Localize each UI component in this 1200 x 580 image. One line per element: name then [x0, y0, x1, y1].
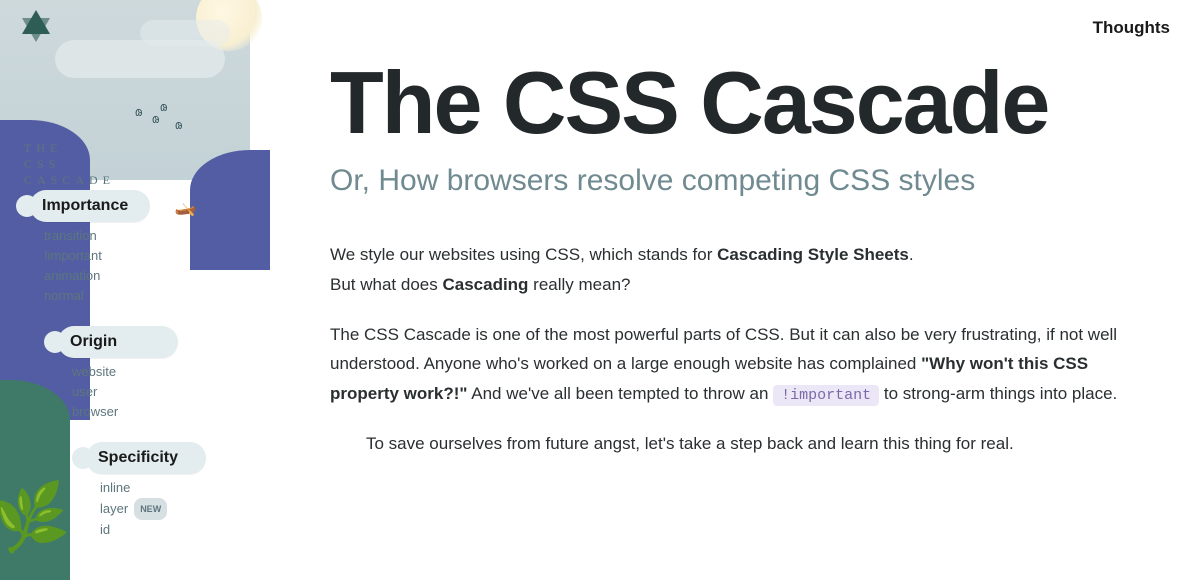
article: The CSS Cascade Or, How browsers resolve…	[330, 60, 1150, 479]
section-item[interactable]: !important	[44, 246, 102, 266]
section-item[interactable]: website	[72, 362, 116, 382]
cloud-icon	[140, 20, 230, 46]
nav-thoughts-link[interactable]: Thoughts	[1093, 18, 1170, 38]
section-heading-specificity[interactable]: Specificity	[86, 442, 206, 474]
text-bold: Cascading	[442, 275, 528, 294]
section-heading-origin[interactable]: Origin	[58, 326, 178, 358]
section-item[interactable]: user	[72, 382, 97, 402]
sidebar-illustration: 𐐘 𐐘 𐐘 𐐘 🌿 🛶 THE CSS CASCADE Importance t…	[0, 0, 250, 553]
bird-icon: 𐐘	[160, 100, 168, 114]
section-item[interactable]: normal	[44, 286, 84, 306]
bird-icon: 𐐘	[135, 105, 143, 119]
text: But what does	[330, 275, 442, 294]
sidebar-title-line: THE	[24, 140, 115, 156]
paragraph: To save ourselves from future angst, let…	[330, 429, 1150, 459]
bird-icon: 𐐘	[175, 118, 183, 132]
text: to strong-arm things into place.	[884, 384, 1117, 403]
page-title: The CSS Cascade	[330, 60, 1150, 146]
text: .	[909, 245, 914, 264]
sidebar-title: THE CSS CASCADE	[24, 140, 115, 188]
cascade-nav: Importance transition !important animati…	[30, 190, 230, 560]
section-item[interactable]: inline	[100, 478, 130, 498]
text-bold: Cascading Style Sheets	[717, 245, 909, 264]
new-badge: NEW	[134, 498, 167, 520]
text: really mean?	[528, 275, 630, 294]
section-item[interactable]: animation	[44, 266, 100, 286]
text: And we've all been tempted to throw an	[467, 384, 773, 403]
section-item[interactable]: id	[100, 520, 110, 540]
article-body: We style our websites using CSS, which s…	[330, 240, 1150, 459]
section-item[interactable]: transition	[44, 226, 97, 246]
logo-icon	[18, 8, 54, 49]
page-subtitle: Or, How browsers resolve competing CSS s…	[330, 164, 1150, 198]
cascade-section-origin: Origin website user browser	[58, 326, 230, 422]
cascade-section-specificity: Specificity inline layer NEW id	[86, 442, 230, 540]
cascade-section-importance: Importance transition !important animati…	[30, 190, 230, 306]
bird-icon: 𐐘	[152, 112, 160, 126]
inline-code: !important	[773, 385, 879, 406]
paragraph: We style our websites using CSS, which s…	[330, 240, 1150, 300]
section-heading-importance[interactable]: Importance	[30, 190, 150, 222]
sidebar-title-line: CSS	[24, 156, 115, 172]
paragraph: The CSS Cascade is one of the most power…	[330, 320, 1150, 410]
section-item[interactable]: layer	[100, 499, 128, 519]
section-item[interactable]: browser	[72, 402, 118, 422]
text: We style our websites using CSS, which s…	[330, 245, 717, 264]
sidebar-title-line: CASCADE	[24, 172, 115, 188]
